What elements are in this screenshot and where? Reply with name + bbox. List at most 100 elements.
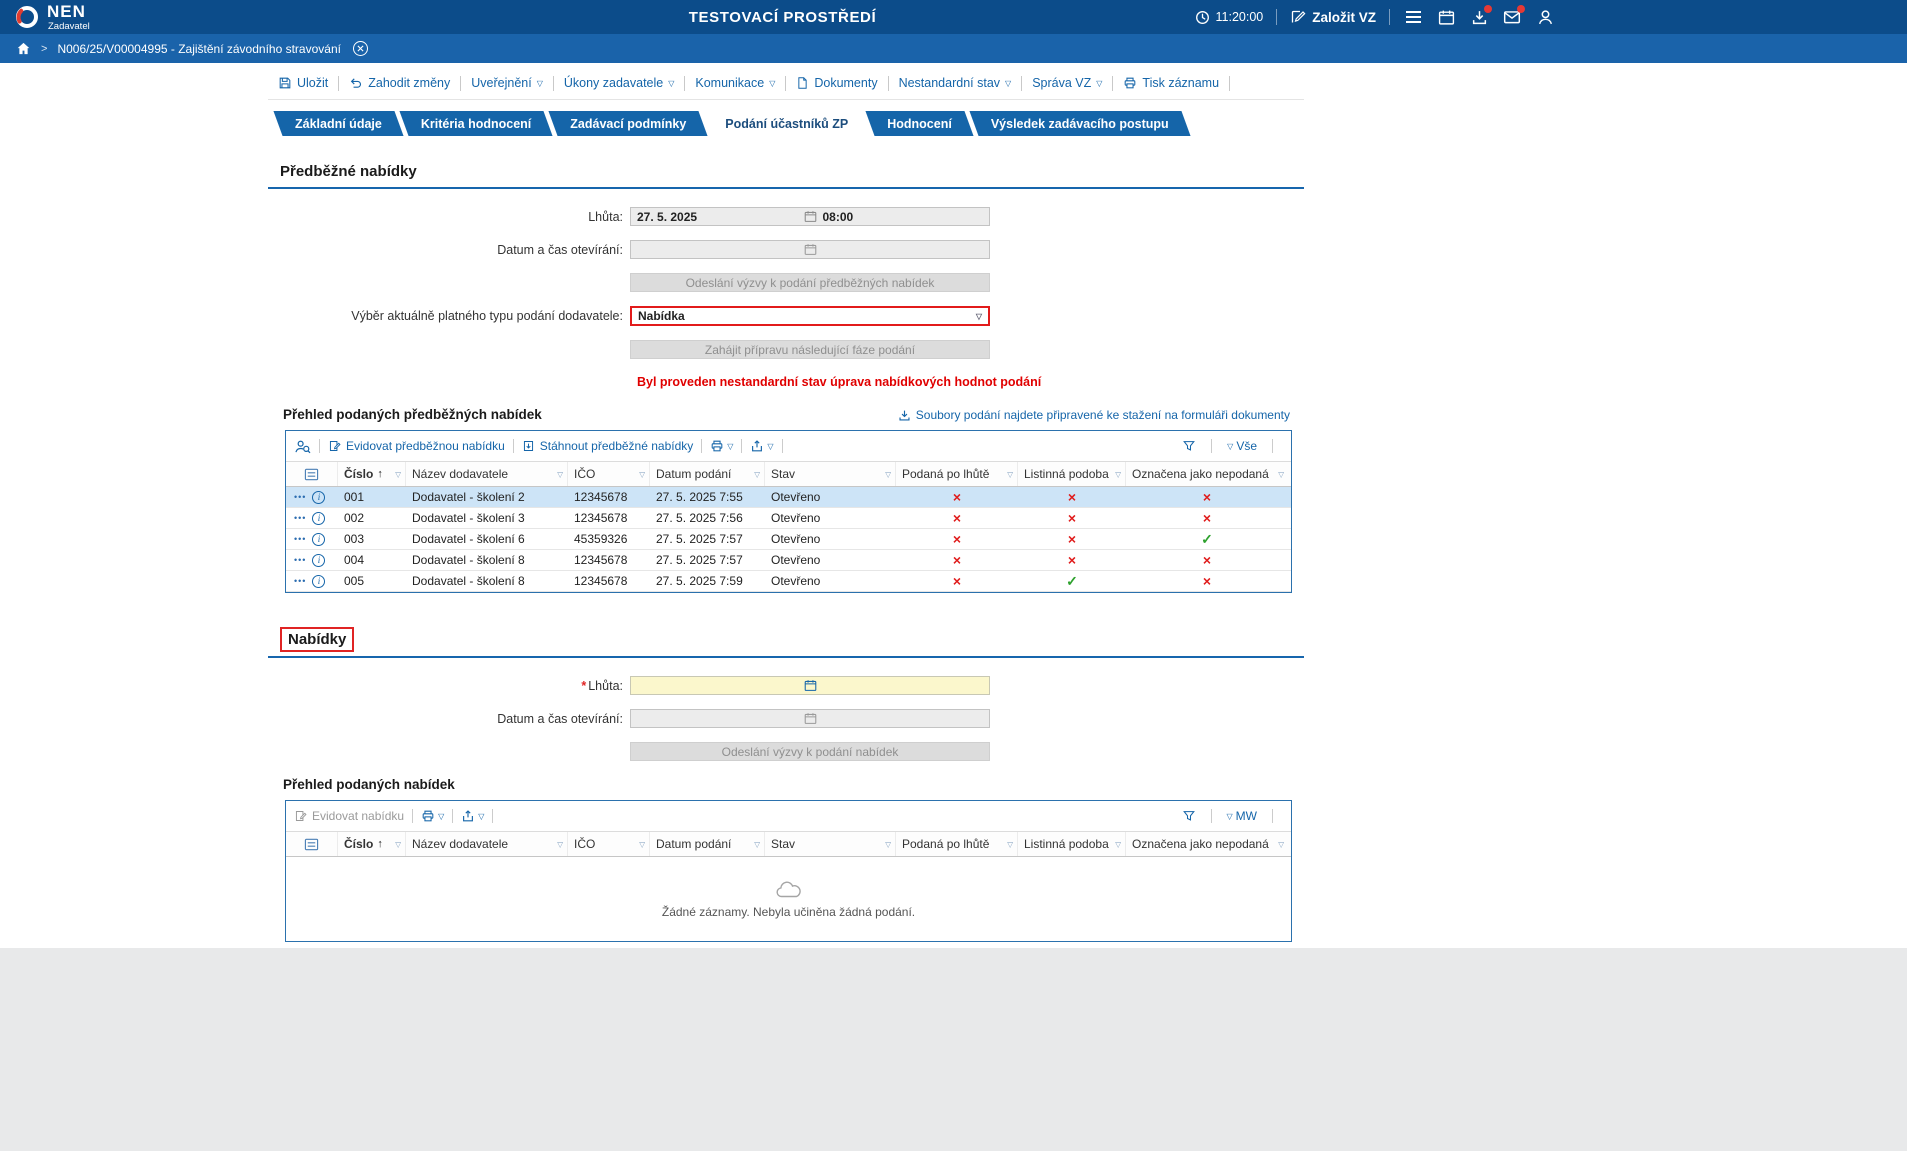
column-header-stav[interactable]: Stav ▽ [765,462,896,486]
create-vz-button[interactable]: Založit VZ [1290,9,1376,25]
tab-hodnoceni[interactable]: Hodnocení [870,111,969,136]
column-filter-icon[interactable]: ▽ [1278,470,1284,479]
deadline-field[interactable]: 27. 5. 2025 08:00 [630,207,990,226]
row-menu-icon[interactable]: ••• [294,513,306,523]
register-preliminary-offer-button[interactable]: Evidovat předběžnou nabídku [328,439,505,453]
calendar-picker-icon[interactable] [804,210,817,223]
table-row[interactable]: ••• i 005 Dodavatel - školení 8 12345678… [286,571,1291,592]
row-info-icon[interactable]: i [312,491,325,504]
column-header-oznacena-jako-nepodana[interactable]: Označena jako nepodaná ▽ [1126,832,1288,856]
column-filter-icon[interactable]: ▽ [639,470,645,479]
discard-changes-button[interactable]: Zahodit změny [347,76,452,90]
breadcrumb-item[interactable]: N006/25/V00004995 - Zajištění závodního … [57,42,341,56]
column-header-datum-podani[interactable]: Datum podání ▽ [650,462,765,486]
calendar-picker-icon[interactable] [804,679,817,692]
export-table-button[interactable]: ▽ [750,439,773,453]
row-info-icon[interactable]: i [312,533,325,546]
row-info-icon[interactable]: i [312,554,325,567]
column-filter-icon[interactable]: ▽ [1115,840,1121,849]
column-header-ico[interactable]: IČO ▽ [568,832,650,856]
column-filter-icon[interactable]: ▽ [754,470,760,479]
column-filter-icon[interactable]: ▽ [1007,840,1013,849]
column-filter-icon[interactable]: ▽ [639,840,645,849]
column-filter-icon[interactable]: ▽ [557,470,563,479]
table-row[interactable]: ••• i 001 Dodavatel - školení 2 12345678… [286,487,1291,508]
column-header-listinna-podoba[interactable]: Listinná podoba ▽ [1018,832,1126,856]
column-filter-icon[interactable]: ▽ [885,840,891,849]
print-table-button[interactable]: ▽ [421,809,444,823]
register-offer-button: Evidovat nabídku [294,809,404,823]
tab-kriteria-hodnoceni[interactable]: Kritéria hodnocení [404,111,548,136]
nonstandard-state-warning: Byl proveden nestandardní stav úprava na… [637,375,1304,389]
filter-scope-select[interactable]: ▽ Vše [1227,439,1257,453]
row-menu-icon[interactable]: ••• [294,555,306,565]
column-header-cislo[interactable]: Číslo↑ ▽ [338,462,406,486]
vz-administration-menu[interactable]: Správa VZ ▽ [1030,76,1104,90]
column-header-podana-po-lhute[interactable]: Podaná po lhůtě ▽ [896,462,1018,486]
print-table-button[interactable]: ▽ [710,439,733,453]
offers-deadline-field[interactable] [630,676,990,695]
tab-zakladni-udaje[interactable]: Základní údaje [278,111,399,136]
filter-scope-select[interactable]: ▽ MW [1227,809,1257,823]
downloads-button[interactable] [1469,7,1489,27]
column-header-listinna-podoba[interactable]: Listinná podoba ▽ [1018,462,1126,486]
tab-podani-ucastniku-zp[interactable]: Podání účastníků ZP [708,111,865,136]
publish-menu[interactable]: Uveřejnění ▽ [469,76,545,90]
save-button[interactable]: Uložit [276,76,330,90]
row-menu-icon[interactable]: ••• [294,534,306,544]
top-bar: NEN Zadavatel TESTOVACÍ PROSTŘEDÍ 11:20:… [0,0,1907,34]
download-preliminary-offers-button[interactable]: Stáhnout předběžné nabídky [522,439,693,453]
row-menu-icon[interactable]: ••• [294,576,306,586]
nen-logo[interactable]: NEN Zadavatel [14,3,90,32]
filter-button[interactable] [1182,439,1196,453]
tab-vysledek-zadavaciho-postupu[interactable]: Výsledek zadávacího postupu [974,111,1186,136]
column-filter-icon[interactable]: ▽ [885,470,891,479]
column-header-nazev-dodavatele[interactable]: Název dodavatele ▽ [406,462,568,486]
submission-type-select[interactable]: Nabídka ▽ [630,306,990,326]
column-header-stav[interactable]: Stav ▽ [765,832,896,856]
main-menu-button[interactable] [1403,7,1423,27]
column-filter-icon[interactable]: ▽ [1007,470,1013,479]
column-filter-icon[interactable]: ▽ [1278,840,1284,849]
table-row[interactable]: ••• i 004 Dodavatel - školení 8 12345678… [286,550,1291,571]
column-header-podana-po-lhute[interactable]: Podaná po lhůtě ▽ [896,832,1018,856]
nonstandard-state-menu[interactable]: Nestandardní stav ▽ [897,76,1014,90]
home-button[interactable] [16,41,31,56]
close-record-button[interactable] [353,41,368,56]
column-header-ico[interactable]: IČO ▽ [568,462,650,486]
documents-button[interactable]: Dokumenty [794,76,879,90]
authority-tasks-menu[interactable]: Úkony zadavatele ▽ [562,76,677,90]
row-info-icon[interactable]: i [312,512,325,525]
column-header-nazev-dodavatele[interactable]: Název dodavatele ▽ [406,832,568,856]
user-profile-button[interactable] [1535,7,1555,27]
offers-section-header: Nabídky [268,627,1304,658]
search-supplier-button[interactable] [294,439,311,454]
column-header-datum-podani[interactable]: Datum podání ▽ [650,832,765,856]
column-filter-icon[interactable]: ▽ [1115,470,1121,479]
print-record-button[interactable]: Tisk záznamu [1121,76,1221,90]
table-row[interactable]: ••• i 002 Dodavatel - školení 3 12345678… [286,508,1291,529]
preliminary-table-toolbar: Evidovat předběžnou nabídku Stáhnout pře… [286,431,1291,461]
submission-files-link[interactable]: Soubory podání najdete připravené ke sta… [898,408,1290,422]
column-filter-icon[interactable]: ▽ [557,840,563,849]
column-header-cislo[interactable]: Číslo↑ ▽ [338,832,406,856]
export-table-button[interactable]: ▽ [461,809,484,823]
download-icon [898,409,911,422]
table-row[interactable]: ••• i 003 Dodavatel - školení 6 45359326… [286,529,1291,550]
column-header-oznacena-jako-nepodana[interactable]: Označena jako nepodaná ▽ [1126,462,1288,486]
communication-menu[interactable]: Komunikace ▽ [693,76,777,90]
chevron-down-icon: ▽ [1227,812,1233,821]
column-settings-button[interactable] [286,832,338,856]
page: Uložit Zahodit změny Uveřejnění ▽ Úkony … [0,63,1907,948]
column-settings-button[interactable] [286,462,338,486]
filter-button[interactable] [1182,809,1196,823]
messages-button[interactable] [1502,7,1522,27]
column-filter-icon[interactable]: ▽ [754,840,760,849]
column-filter-icon[interactable]: ▽ [395,470,401,479]
row-menu-icon[interactable]: ••• [294,492,306,502]
tab-zadavaci-podminky[interactable]: Zadávací podmínky [553,111,703,136]
environment-title: TESTOVACÍ PROSTŘEDÍ [689,9,877,26]
column-filter-icon[interactable]: ▽ [395,840,401,849]
calendar-button[interactable] [1436,7,1456,27]
row-info-icon[interactable]: i [312,575,325,588]
